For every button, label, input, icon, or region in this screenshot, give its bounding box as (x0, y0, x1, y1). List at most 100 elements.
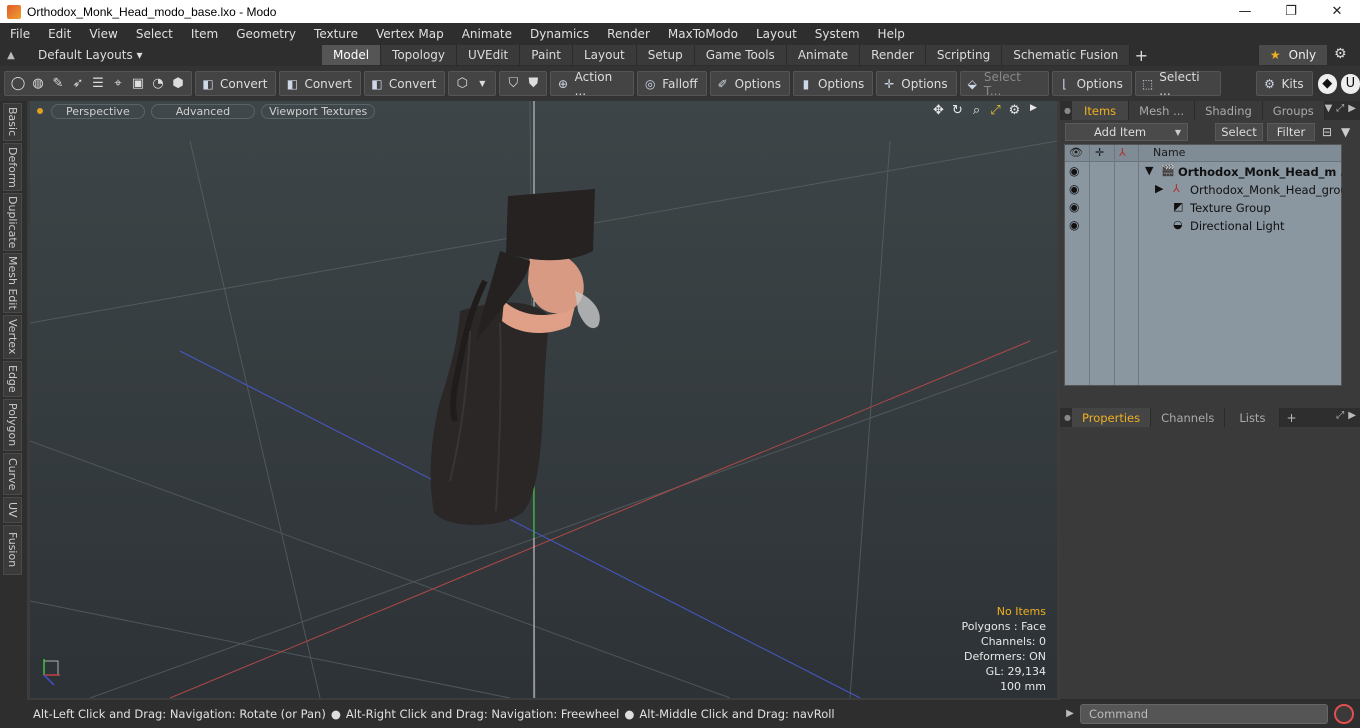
tab-properties[interactable]: Properties (1072, 408, 1152, 427)
tab-uvedit[interactable]: UVEdit (457, 45, 521, 65)
action-center-button[interactable]: ⊕ Action ... (550, 70, 635, 98)
menu-select[interactable]: Select (126, 27, 181, 41)
side-tab-uv[interactable]: UV (3, 497, 22, 523)
tab-scripting[interactable]: Scripting (925, 45, 1003, 65)
rotate-icon[interactable]: ◔ (148, 74, 168, 94)
square-target-icon[interactable]: ▣ (128, 74, 148, 94)
add-item-dropdown[interactable]: Add Item ▼ (1065, 123, 1188, 141)
falloff-button[interactable]: ◎ Falloff (637, 71, 707, 96)
rotate-view-icon[interactable]: ↻ (948, 103, 967, 118)
menu-texture[interactable]: Texture (304, 27, 366, 41)
tab-shading[interactable]: Shading (1195, 101, 1263, 120)
menu-edit[interactable]: Edit (38, 27, 79, 41)
side-tab-mesh-edit[interactable]: Mesh Edit (3, 253, 22, 313)
circle-select-icon[interactable]: ◯ (8, 74, 28, 94)
menu-dynamics[interactable]: Dynamics (520, 27, 597, 41)
tab-render[interactable]: Render (860, 45, 926, 65)
advanced-button[interactable]: Advanced (150, 103, 256, 119)
expand-right-icon[interactable]: ▶ (1155, 182, 1163, 195)
item-tree-scrollbar[interactable] (1342, 144, 1356, 386)
tab-groups[interactable]: Groups (1262, 101, 1325, 120)
viewport-textures-button[interactable]: Viewport Textures (261, 103, 376, 119)
eye-icon[interactable]: ◉ (1069, 200, 1079, 214)
globe-icon[interactable]: ◍ (28, 74, 48, 94)
menu-system[interactable]: System (805, 27, 868, 41)
funnel-icon[interactable]: ▼ (1341, 125, 1350, 139)
tab-model[interactable]: Model (322, 45, 382, 65)
maximize-view-icon[interactable]: ⤢ (986, 103, 1005, 118)
stack-icon[interactable]: ☰ (88, 74, 108, 94)
tab-setup[interactable]: Setup (636, 45, 695, 65)
tree-row-texture-group[interactable]: ◉ ◩ Texture Group (1065, 199, 1341, 217)
options-button-3[interactable]: ✛ Options (876, 71, 957, 96)
default-layouts-dropdown[interactable]: Default Layouts ▾ (38, 48, 143, 62)
selection-sets-button[interactable]: ⬚ Selecti ... (1134, 70, 1222, 98)
menu-geometry[interactable]: Geometry (226, 27, 304, 41)
panel-expand-arrow-icon[interactable]: ▶ (1348, 103, 1356, 114)
only-toggle[interactable]: ★ Only (1259, 45, 1327, 65)
side-tab-fusion[interactable]: Fusion (3, 525, 22, 575)
side-tab-edge[interactable]: Edge (3, 361, 22, 397)
unreal-icon[interactable]: U (1340, 73, 1360, 94)
tab-schematic-fusion[interactable]: Schematic Fusion (1002, 45, 1131, 65)
convert-button-2[interactable]: ◧ Convert (279, 71, 361, 96)
tab-items[interactable]: Items (1072, 101, 1130, 120)
expand-panel-icon[interactable]: ⤢ (1336, 410, 1344, 421)
select-through-button[interactable]: ⬙ Select T... (959, 70, 1049, 98)
options-button-2[interactable]: ▮ Options (792, 71, 874, 96)
viewport-expand-icon[interactable]: ▶ (1024, 103, 1043, 118)
command-history-icon[interactable]: ▶ (1060, 708, 1080, 719)
crosshair-icon[interactable]: ⌖ (108, 74, 128, 94)
side-tab-polygon[interactable]: Polygon (3, 399, 22, 451)
add-properties-tab-button[interactable]: + (1280, 411, 1302, 425)
kits-button[interactable]: ⚙ Kits (1256, 71, 1313, 96)
panel-expand-arrow-icon[interactable]: ▶ (1348, 410, 1356, 421)
menu-maxtomodo[interactable]: MaxToModo (658, 27, 746, 41)
expand-panel-icon[interactable]: ⤢ (1336, 103, 1344, 114)
menu-render[interactable]: Render (597, 27, 658, 41)
panel-menu-dot[interactable]: ● (1060, 106, 1072, 115)
item-tree[interactable]: 👁 ✛ ⅄ Name ◉ ▼ 🎬 Orthodox_Monk_Head_m ..… (1064, 144, 1355, 386)
options-button-4[interactable]: ⌊ Options (1051, 71, 1132, 96)
menu-item[interactable]: Item (181, 27, 226, 41)
unity-icon[interactable]: ◆ (1317, 73, 1337, 94)
filter-button[interactable]: Filter (1267, 123, 1315, 141)
menu-animate[interactable]: Animate (452, 27, 520, 41)
menu-vertex-map[interactable]: Vertex Map (366, 27, 452, 41)
menu-view[interactable]: View (79, 27, 125, 41)
side-tab-deform[interactable]: Deform (3, 143, 22, 191)
maximize-button[interactable]: ❐ (1268, 0, 1314, 23)
cube-icon[interactable]: ⬢ (168, 74, 188, 94)
close-button[interactable]: ✕ (1314, 0, 1360, 23)
tab-mesh[interactable]: Mesh ... (1129, 101, 1196, 120)
add-tab-button[interactable]: + (1130, 46, 1152, 65)
record-macro-icon[interactable] (1334, 703, 1354, 724)
viewport-menu-dot[interactable] (37, 108, 43, 114)
tab-lists[interactable]: Lists (1225, 408, 1281, 427)
tree-row-directional-light[interactable]: ◉ ◒ Directional Light (1065, 217, 1341, 235)
select-button[interactable]: Select (1215, 123, 1263, 141)
shield-check-icon[interactable]: ⛊ (523, 74, 543, 94)
side-tab-basic[interactable]: Basic (3, 103, 22, 141)
perspective-button[interactable]: Perspective (51, 103, 145, 119)
tab-animate[interactable]: Animate (786, 45, 861, 65)
eye-icon[interactable]: ◉ (1069, 182, 1079, 196)
tab-game-tools[interactable]: Game Tools (694, 45, 787, 65)
side-tab-curve[interactable]: Curve (3, 453, 22, 495)
expand-down-icon[interactable]: ▼ (1145, 164, 1153, 177)
zoom-view-icon[interactable]: ⌕ (967, 103, 986, 118)
tab-channels[interactable]: Channels (1151, 408, 1226, 427)
3d-viewport[interactable]: Perspective Advanced Viewport Textures ✥… (30, 101, 1057, 698)
menu-help[interactable]: Help (868, 27, 913, 41)
tree-row-group[interactable]: ◉ ▶ ⅄ Orthodox_Monk_Head_group (1065, 181, 1355, 199)
shield-icon[interactable]: ⛉ (503, 74, 523, 94)
mesh-type-dropdown[interactable]: ⬡ ▼ (448, 71, 497, 96)
name-column-header[interactable]: Name (1153, 146, 1185, 159)
eye-icon[interactable]: ◉ (1069, 218, 1079, 232)
move-view-icon[interactable]: ✥ (929, 103, 948, 118)
tab-topology[interactable]: Topology (381, 45, 458, 65)
convert-button-3[interactable]: ◧ Convert (363, 71, 446, 96)
tab-paint[interactable]: Paint (520, 45, 573, 65)
menu-layout[interactable]: Layout (746, 27, 805, 41)
options-button-1[interactable]: ✐ Options (709, 71, 790, 96)
